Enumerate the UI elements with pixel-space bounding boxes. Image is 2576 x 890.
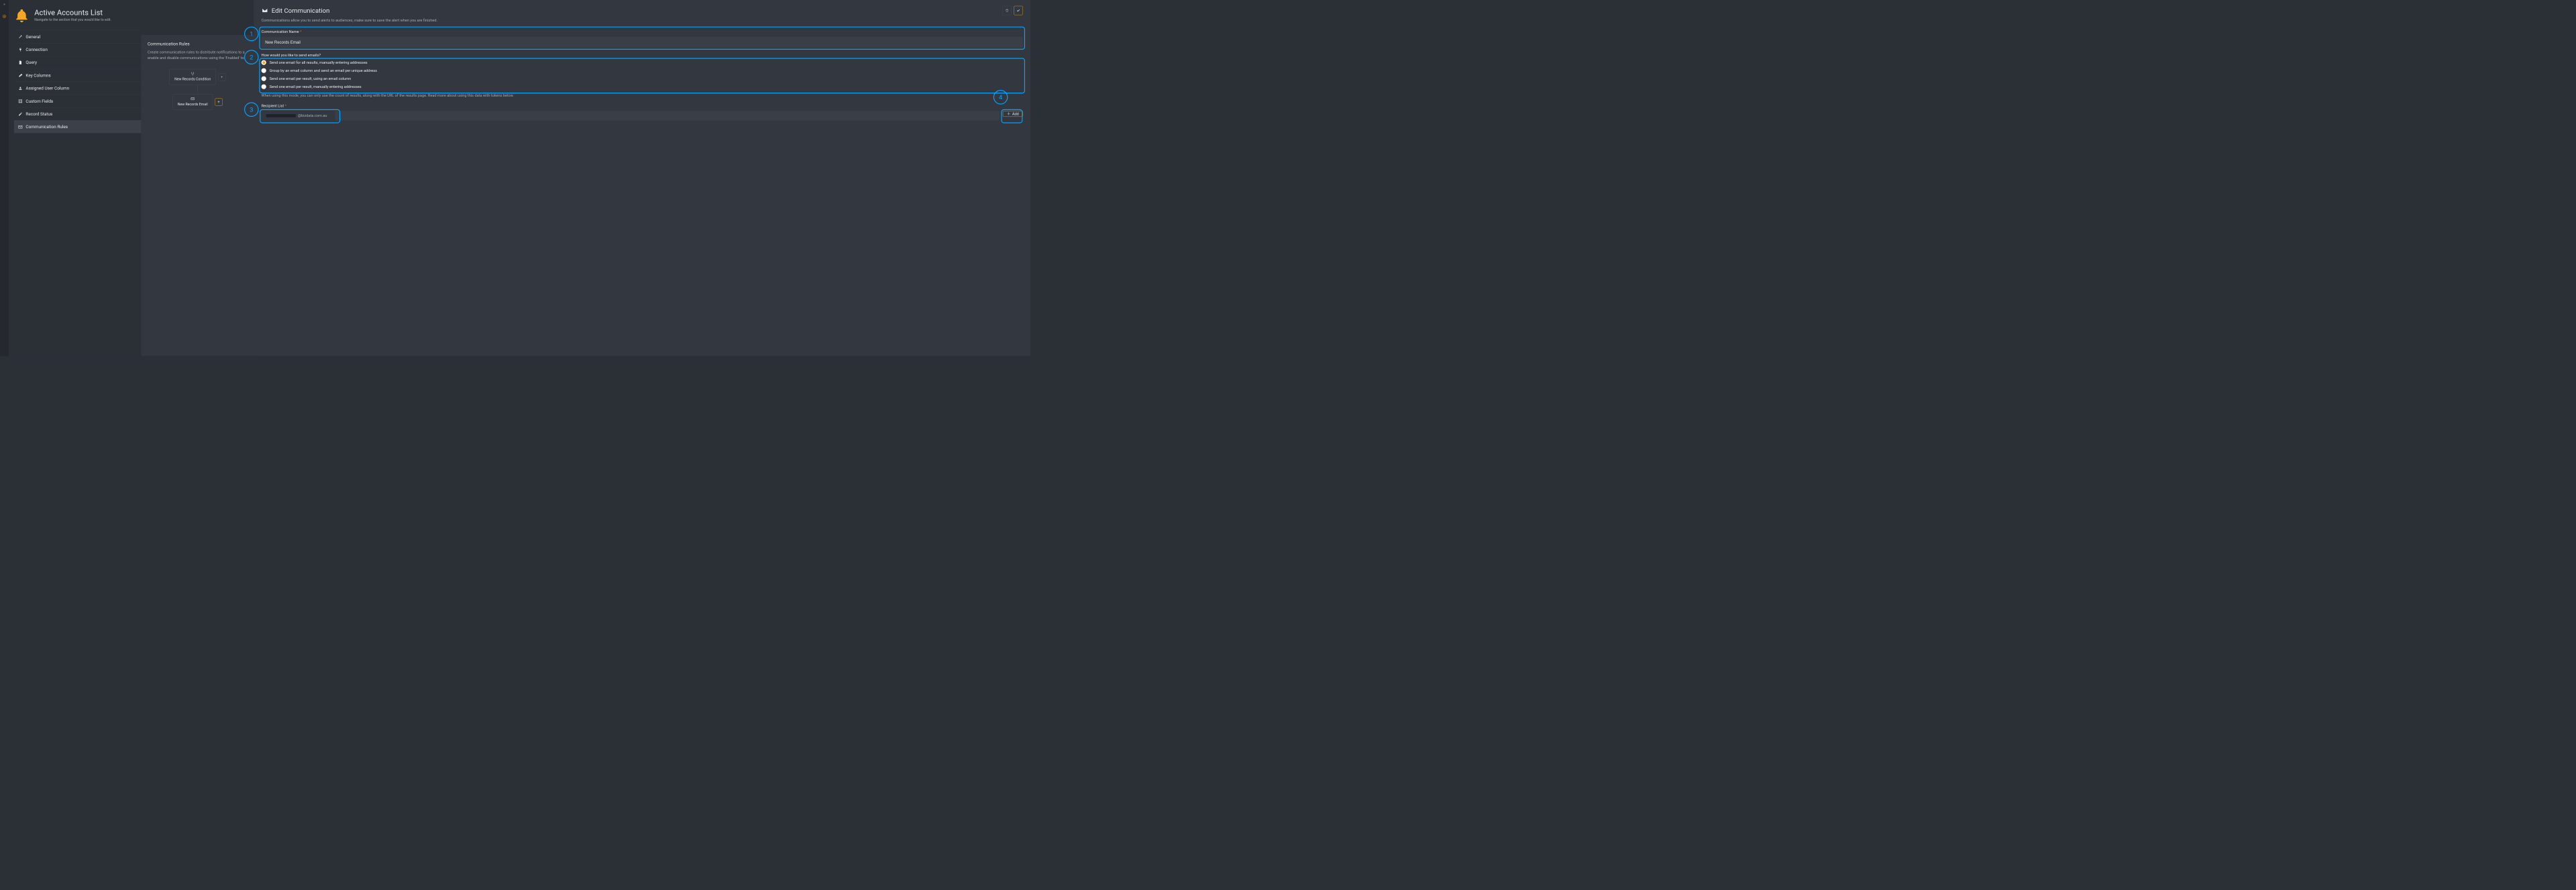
sidebar-item-label: Communication Rules — [25, 124, 68, 130]
check-icon — [1016, 9, 1020, 13]
sidebar-item-key-columns[interactable]: Key Columns — [14, 68, 142, 81]
user-icon — [18, 86, 22, 90]
sidebar-item-label: Connection — [25, 47, 47, 52]
recipient-domain: @bizdata.com.au — [298, 113, 327, 117]
sidebar-item-label: Assigned User Column — [25, 86, 69, 91]
radio-dot — [262, 85, 266, 89]
add-button-label: Add — [1012, 111, 1019, 115]
add-recipient-button[interactable]: ＋ Add — [1003, 111, 1023, 117]
redacted-text — [266, 114, 296, 117]
add-email-button[interactable]: + — [215, 98, 222, 105]
radio-label: Group by an email column and send an ema… — [270, 68, 377, 72]
radio-label: Send one email for all results, manually… — [270, 60, 368, 64]
sidebar-item-connection[interactable]: Connection — [14, 43, 142, 56]
confirm-button[interactable] — [1014, 6, 1023, 15]
panel-heading: Edit Communication — [262, 7, 330, 14]
communication-name-input[interactable] — [262, 37, 1023, 48]
condition-node-label: New Records Condition — [174, 77, 211, 81]
send-mode-question: How would you like to send emails? — [262, 53, 1023, 57]
edit-icon — [18, 112, 22, 116]
rules-tree: New Records Condition + New Records Emai… — [148, 69, 248, 110]
branch-icon — [191, 72, 195, 76]
edit-communication-panel: Edit Communication Communications allow … — [254, 0, 1030, 356]
main-layout: Active Accounts List Navigate to the sec… — [9, 0, 1030, 356]
panel-heading-text: Edit Communication — [272, 7, 330, 14]
trash-icon — [1005, 9, 1009, 13]
sidebar-item-label: General — [25, 34, 40, 40]
email-node[interactable]: New Records Email — [172, 94, 213, 110]
side-nav-panel: Active Accounts List Navigate to the sec… — [9, 0, 142, 356]
columns-icon — [18, 99, 22, 103]
rules-title: Communication Rules — [148, 42, 248, 47]
mini-rail: » — [0, 0, 9, 356]
send-mode-option[interactable]: Group by an email column and send an ema… — [262, 68, 1023, 73]
recipient-chip[interactable]: @bizdata.com.au — [262, 111, 332, 120]
send-mode-options: Send one email for all results, manually… — [262, 60, 1023, 89]
sidebar-item-label: Key Columns — [25, 72, 50, 78]
recipient-list-label: Recipient List * — [262, 104, 1023, 108]
recipient-input[interactable] — [335, 111, 1000, 120]
send-mode-option[interactable]: Send one email per result, using an emai… — [262, 77, 1023, 81]
add-icon[interactable] — [3, 15, 7, 19]
add-condition-button[interactable]: + — [218, 73, 225, 81]
delete-button[interactable] — [1002, 6, 1012, 15]
page-title: Active Accounts List — [34, 8, 111, 17]
sidebar-item-assigned-user-column[interactable]: Assigned User Column — [14, 82, 142, 95]
sidebar-item-label: Query — [25, 60, 37, 65]
send-mode-option[interactable]: Send one email for all results, manually… — [262, 60, 1023, 65]
sidebar-item-custom-fields[interactable]: Custom Fields — [14, 95, 142, 107]
radio-dot — [262, 68, 266, 73]
page-subtitle: Navigate to the section that you would l… — [34, 18, 111, 22]
radio-dot — [262, 77, 266, 81]
envelope-icon — [18, 125, 22, 129]
plug-icon — [18, 48, 22, 52]
file-icon — [18, 60, 22, 64]
sidebar-item-record-status[interactable]: Record Status — [14, 107, 142, 120]
sidebar-item-label: Custom Fields — [25, 99, 53, 104]
wrench-icon — [18, 34, 22, 38]
radio-label: Send one email per result, using an emai… — [270, 77, 352, 81]
key-icon — [18, 73, 22, 77]
panel-description: Communications allow you to send alerts … — [262, 17, 1023, 23]
email-node-label: New Records Email — [178, 102, 208, 106]
sidebar-item-general[interactable]: General — [14, 30, 142, 43]
radio-dot — [262, 60, 266, 65]
radio-label: Send one email per result, manually ente… — [270, 85, 362, 89]
sidebar-item-label: Record Status — [25, 111, 52, 117]
plus-icon: ＋ — [1007, 111, 1011, 117]
communication-name-group: Communication Name * — [262, 29, 1023, 48]
chevron-right-icon[interactable]: » — [3, 2, 5, 6]
page-header: Active Accounts List Navigate to the sec… — [14, 8, 142, 25]
nav-list: General Connection Query Key Columns Assigne… — [14, 30, 142, 134]
send-mode-option[interactable]: Send one email per result, manually ente… — [262, 85, 1023, 89]
communication-name-label: Communication Name * — [262, 30, 1023, 34]
send-mode-hint: When using this mode, you can only use t… — [262, 93, 1023, 98]
sidebar-item-query[interactable]: Query — [14, 56, 142, 68]
envelope-icon — [191, 97, 195, 101]
envelope-icon — [262, 7, 268, 13]
sidebar-item-communication-rules[interactable]: Communication Rules — [14, 120, 142, 133]
rules-description: Create communication rules to distribute… — [148, 50, 248, 61]
bell-icon — [14, 8, 30, 25]
rules-canvas: Communication Rules Create communication… — [141, 35, 254, 356]
condition-node[interactable]: New Records Condition — [170, 69, 216, 85]
